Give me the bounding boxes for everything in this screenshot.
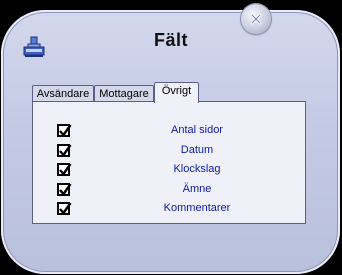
field-row-antal-sidor: Antal sidor (57, 124, 297, 138)
field-row-klockslag: Klockslag (57, 163, 297, 177)
field-label: Klockslag (173, 163, 221, 175)
checkbox-klockslag[interactable] (57, 163, 72, 176)
field-label: Ämne (182, 183, 212, 195)
checkmark-icon (59, 183, 72, 196)
close-icon (250, 13, 262, 25)
checkbox-amne[interactable] (57, 183, 72, 196)
checkbox-datum[interactable] (57, 144, 72, 157)
window-title: Fält (153, 30, 188, 50)
tab-avsandare[interactable]: Avsändare (32, 85, 94, 102)
checkmark-icon (59, 124, 72, 137)
tab-label: Mottagare (99, 88, 149, 100)
tab-mottagare[interactable]: Mottagare (94, 85, 154, 102)
field-row-kommentarer: Kommentarer (57, 202, 297, 216)
checkmark-icon (59, 144, 72, 157)
tab-label: Övrigt (161, 85, 192, 97)
field-label: Datum (180, 144, 214, 156)
field-label: Kommentarer (163, 202, 231, 214)
tab-panel-ovrigt: Antal sidor Datum Klockslag Ämne Komment… (32, 101, 306, 224)
checkbox-kommentarer[interactable] (57, 202, 72, 215)
checkmark-icon (59, 202, 72, 215)
field-row-datum: Datum (57, 144, 297, 158)
field-label: Antal sidor (171, 124, 223, 136)
field-row-amne: Ämne (57, 183, 297, 197)
tab-ovrigt[interactable]: Övrigt (154, 82, 199, 103)
checkmark-icon (59, 163, 72, 176)
checkbox-antal-sidor[interactable] (57, 124, 72, 137)
tab-label: Avsändare (36, 88, 90, 100)
